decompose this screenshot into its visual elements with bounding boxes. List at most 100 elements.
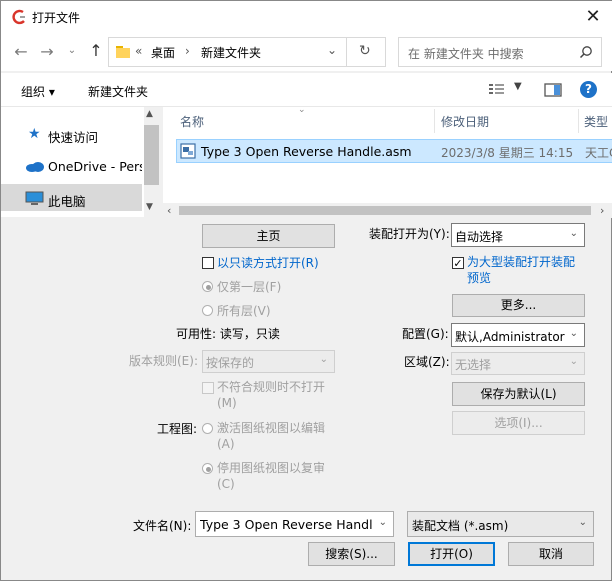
sidebar-scroll-thumb[interactable] <box>144 125 159 185</box>
options-button[interactable]: 选项(I)... <box>452 411 585 435</box>
deactivate-view-radio[interactable] <box>202 463 213 474</box>
organize-menu[interactable]: 组织 ▾ <box>21 83 55 100</box>
activate-view-radio[interactable] <box>202 423 213 434</box>
chevron-down-icon[interactable]: ⌄ <box>379 517 387 528</box>
open-as-value: 自动选择 <box>455 230 504 244</box>
folder-icon <box>116 46 130 58</box>
address-divider <box>346 38 347 66</box>
availability-text: 可用性: 读写，只读 <box>176 327 280 341</box>
breadcrumb-new-folder[interactable]: 新建文件夹 <box>201 44 261 61</box>
chevron-down-icon: ⌄ <box>569 228 578 239</box>
no-match-checkbox[interactable] <box>202 382 214 394</box>
scroll-up-icon[interactable]: ▲ <box>146 109 153 119</box>
column-header-type[interactable]: 类型 <box>584 113 608 130</box>
open-as-label: 装配打开为(Y): <box>369 227 450 241</box>
column-divider <box>578 109 579 133</box>
assembly-file-icon <box>180 143 196 159</box>
no-match-label: 不符合规则时不打开 <box>217 380 326 394</box>
star-icon: ★ <box>28 126 41 142</box>
activate-view-label: 激活图纸视图以编辑 <box>217 421 326 435</box>
chevron-down-icon: ⌄ <box>569 328 578 339</box>
first-level-radio[interactable] <box>202 281 213 292</box>
sidebar-item-this-pc[interactable]: 此电脑 <box>48 191 86 210</box>
large-assembly-checkbox[interactable]: ✓ <box>452 257 464 269</box>
file-list-scroll-thumb[interactable] <box>179 206 591 215</box>
config-label: 配置(G): <box>402 327 449 341</box>
search-input[interactable]: 在 新建文件夹 中搜索 <box>408 45 524 62</box>
sort-indicator-icon: ⌄ <box>298 105 306 115</box>
close-button[interactable]: ✕ <box>575 3 611 31</box>
window-title: 打开文件 <box>32 11 81 25</box>
home-button[interactable]: 主页 <box>202 224 335 248</box>
zone-label: 区域(Z): <box>404 355 450 369</box>
file-type-cell: 天工CA <box>585 146 612 160</box>
version-rule-label: 版本规则(E): <box>129 354 198 368</box>
deactivate-view-label: 停用图纸视图以复审 <box>217 461 326 475</box>
open-as-dropdown[interactable]: 自动选择 ⌄ <box>451 223 585 247</box>
view-dropdown-icon[interactable]: ▼ <box>514 81 522 92</box>
readonly-checkbox[interactable] <box>202 257 214 269</box>
version-rule-dropdown[interactable]: 按保存的 ⌄ <box>202 350 335 373</box>
computer-icon <box>25 191 44 205</box>
file-date-cell: 2023/3/8 星期三 14:15 <box>441 146 574 160</box>
navigation-bar: ← → ⌄ ↑ « 桌面 › 新建文件夹 ⌄ ↻ 在 新建文件夹 中搜索 <box>1 33 612 71</box>
forward-arrow-icon[interactable]: → <box>37 42 57 61</box>
filetype-value: 装配文档 (*.asm) <box>412 519 509 533</box>
config-dropdown[interactable]: 默认,Administrator ⌄ <box>451 323 585 347</box>
column-header-name[interactable]: 名称 <box>180 113 204 130</box>
chevron-down-icon: ⌄ <box>578 517 587 528</box>
first-level-label: 仅第一层(F) <box>217 280 282 294</box>
large-assembly-label-line2[interactable]: 预览 <box>467 269 491 286</box>
filename-label: 文件名(N): <box>133 519 192 533</box>
help-icon[interactable]: ? <box>580 81 597 98</box>
search-icon <box>579 46 592 59</box>
zone-dropdown[interactable]: 无选择 ⌄ <box>451 352 585 375</box>
more-button[interactable]: 更多... <box>452 294 585 317</box>
app-logo-icon <box>12 9 25 25</box>
deactivate-view-accesskey: (C) <box>217 477 235 491</box>
new-folder-button[interactable]: 新建文件夹 <box>88 83 148 100</box>
column-divider <box>434 109 435 133</box>
address-overflow[interactable]: « <box>135 44 142 58</box>
address-dropdown-icon[interactable]: ⌄ <box>327 43 337 57</box>
filetype-dropdown[interactable]: 装配文档 (*.asm) ⌄ <box>407 511 594 537</box>
refresh-icon[interactable]: ↻ <box>359 43 371 59</box>
breadcrumb-desktop[interactable]: 桌面 <box>151 44 175 61</box>
up-arrow-icon[interactable]: ↑ <box>86 41 106 60</box>
all-levels-radio[interactable] <box>202 305 213 316</box>
large-assembly-label[interactable]: 为大型装配打开装配 <box>467 253 575 270</box>
scroll-right-icon[interactable]: › <box>600 204 604 217</box>
view-options-icon[interactable] <box>488 83 508 97</box>
no-match-accesskey: (M) <box>217 396 237 410</box>
zone-value: 无选择 <box>455 358 492 372</box>
back-arrow-icon[interactable]: ← <box>11 42 31 61</box>
chevron-down-icon: ⌄ <box>569 356 578 367</box>
config-value: 默认,Administrator <box>455 330 565 344</box>
sidebar-item-onedrive[interactable]: OneDrive - Perso <box>48 159 142 174</box>
drawing-label: 工程图: <box>157 422 198 436</box>
filename-input[interactable] <box>198 514 374 534</box>
chevron-down-icon: ⌄ <box>319 354 328 365</box>
scroll-down-icon[interactable]: ▼ <box>146 202 153 212</box>
address-bar[interactable]: « 桌面 › 新建文件夹 ⌄ ↻ <box>108 37 386 67</box>
sidebar-item-quick-access[interactable]: 快速访问 <box>48 127 98 146</box>
save-as-default-button[interactable]: 保存为默认(L) <box>452 382 585 406</box>
column-header-date[interactable]: 修改日期 <box>441 113 489 130</box>
recent-locations-chevron-icon[interactable]: ⌄ <box>65 45 79 56</box>
version-rule-value: 按保存的 <box>206 356 255 370</box>
search-button[interactable]: 搜索(S)... <box>308 542 395 566</box>
readonly-label[interactable]: 以只读方式打开(R) <box>217 254 319 271</box>
all-levels-label: 所有层(V) <box>217 304 271 318</box>
open-button[interactable]: 打开(O) <box>408 542 495 566</box>
breadcrumb-separator-icon: › <box>185 44 190 58</box>
open-file-dialog: 打开文件 ✕ ← → ⌄ ↑ « 桌面 › 新建文件夹 ⌄ ↻ 在 新建文件夹 … <box>0 0 612 581</box>
cancel-button[interactable]: 取消 <box>508 542 594 566</box>
cloud-icon <box>26 162 44 172</box>
preview-pane-icon[interactable] <box>544 83 562 97</box>
search-box[interactable]: 在 新建文件夹 中搜索 <box>398 37 602 67</box>
title-bar: 打开文件 ✕ <box>1 1 612 33</box>
scroll-left-icon[interactable]: ‹ <box>167 204 171 217</box>
filename-combo[interactable]: ⌄ <box>195 511 394 537</box>
activate-view-accesskey: (A) <box>217 437 235 451</box>
file-name-cell[interactable]: Type 3 Open Reverse Handle.asm <box>201 144 412 159</box>
